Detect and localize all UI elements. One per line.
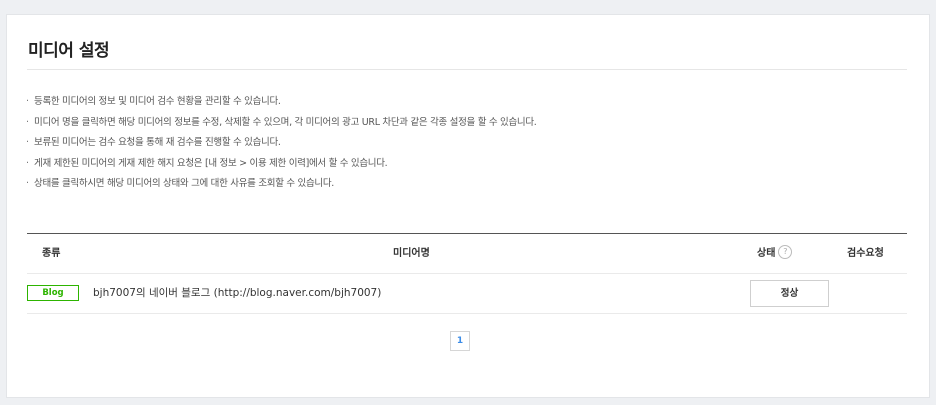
info-note: · 게재 제한된 미디어의 게재 제한 해지 요청은 [내 정보 > 이용 제한 …: [26, 154, 537, 175]
media-table: 종류 미디어명 상태? 검수요청 Blog bjh7007의 네이버 블로그 (…: [27, 233, 907, 314]
table-header: 종류 미디어명 상태? 검수요청: [27, 234, 907, 274]
media-type-badge: Blog: [27, 285, 79, 301]
bullet: ·: [26, 116, 29, 128]
help-icon[interactable]: ?: [778, 245, 793, 259]
bullet: ·: [26, 157, 29, 169]
column-header-type: 종류: [42, 248, 61, 259]
info-notes: · 등록한 미디어의 정보 및 미디어 검수 현황을 관리할 수 있습니다. · 미…: [26, 92, 537, 195]
info-note: · 등록한 미디어의 정보 및 미디어 검수 현황을 관리할 수 있습니다.: [26, 92, 537, 113]
pagination-page-1[interactable]: 1: [450, 331, 470, 351]
info-note: · 보류된 미디어는 검수 요청을 통해 재 검수를 진행할 수 있습니다.: [26, 133, 537, 154]
column-header-status: 상태?: [757, 234, 793, 273]
info-note: · 미디어 명을 클릭하면 해당 미디어의 정보를 수정, 삭제할 수 있으며, …: [26, 113, 537, 134]
bullet: ·: [26, 96, 29, 107]
status-button[interactable]: 정상: [750, 280, 829, 307]
bullet: ·: [26, 137, 29, 148]
info-note: · 상태를 클릭하시면 해당 미디어의 상태와 그에 대한 사유를 조회할 수 있…: [26, 174, 537, 195]
column-header-review-request: 검수요청: [847, 248, 884, 259]
media-name-link[interactable]: bjh7007의 네이버 블로그 (http://blog.naver.com/…: [93, 274, 381, 313]
page-title: 미디어 설정: [28, 41, 110, 61]
table-row: Blog bjh7007의 네이버 블로그 (http://blog.naver…: [27, 274, 907, 314]
status-header-label: 상태: [757, 248, 776, 259]
column-header-media-name: 미디어명: [393, 248, 430, 259]
title-divider: [27, 69, 907, 70]
bullet: ·: [26, 178, 29, 189]
